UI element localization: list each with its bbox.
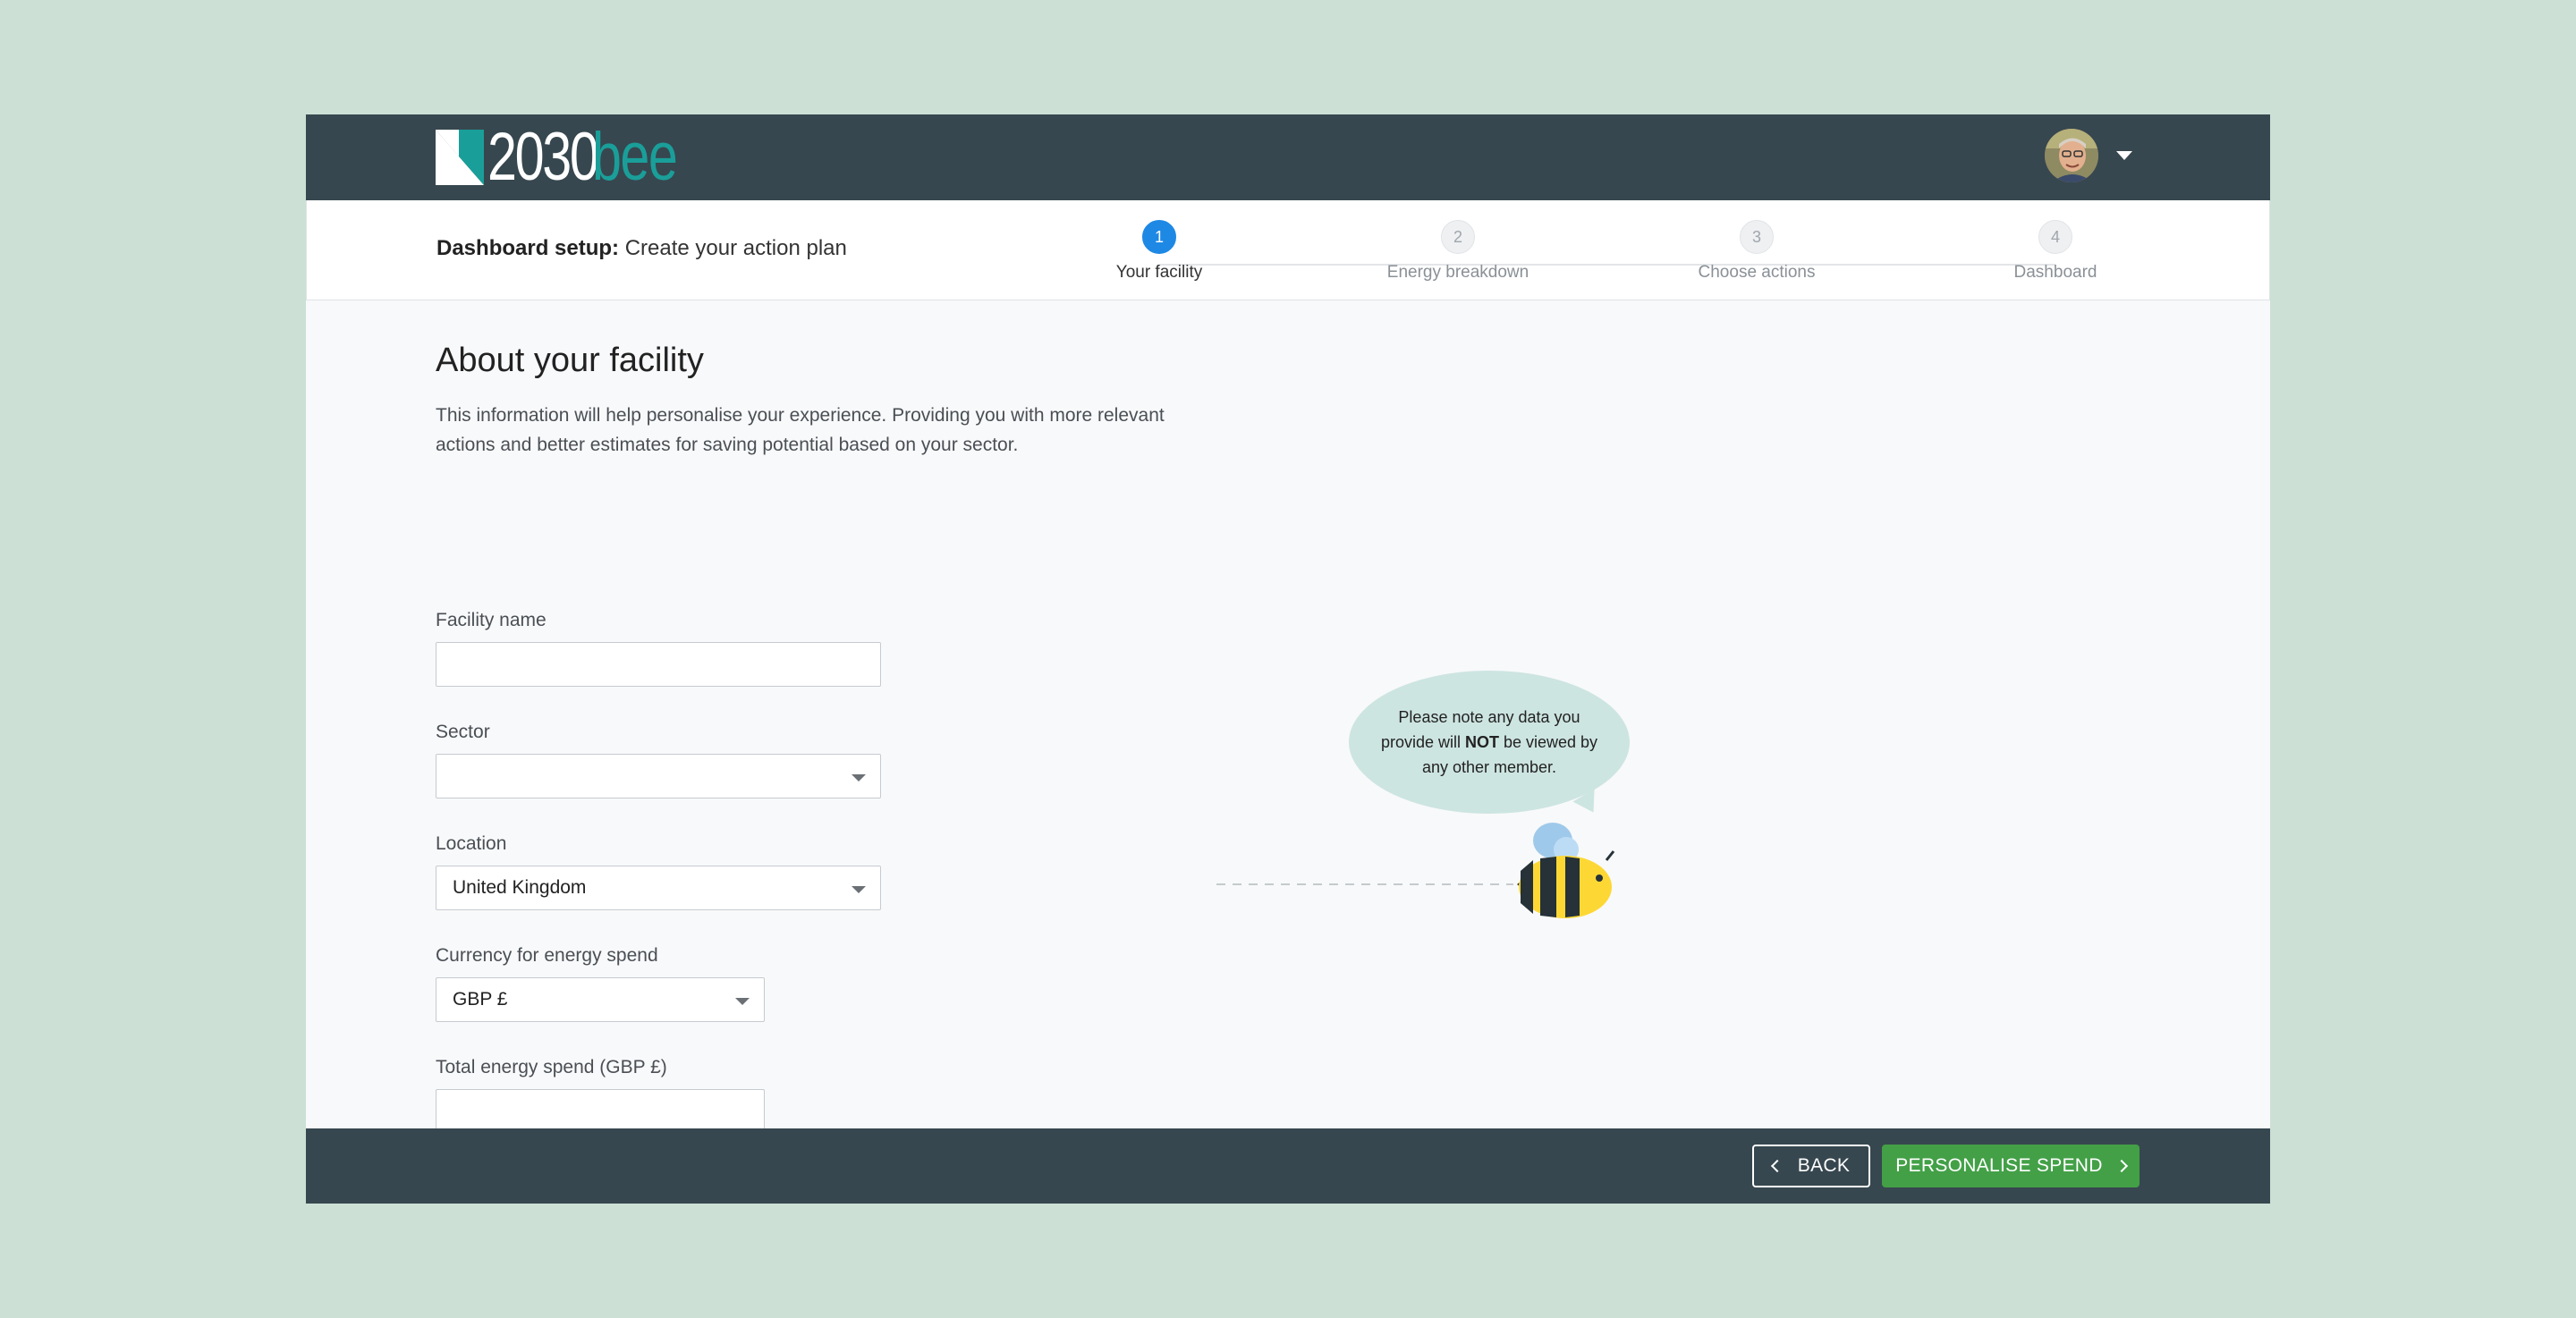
- bubble-text: Please note any data you provide will NO…: [1376, 705, 1603, 780]
- step-number: 3: [1740, 220, 1774, 254]
- back-button-label: BACK: [1797, 1155, 1851, 1176]
- page-title: About your facility: [436, 342, 704, 379]
- step-your-facility[interactable]: 1 Your facility: [1070, 220, 1249, 283]
- currency-select[interactable]: GBP £: [436, 977, 765, 1022]
- setup-title-bold: Dashboard setup:: [436, 236, 620, 260]
- step-energy-breakdown[interactable]: 2 Energy breakdown: [1368, 220, 1547, 283]
- personalise-spend-button[interactable]: PERSONALISE SPEND: [1882, 1145, 2140, 1187]
- step-choose-actions[interactable]: 3 Choose actions: [1667, 220, 1846, 283]
- chevron-down-icon: [852, 886, 866, 893]
- chevron-down-icon: [735, 998, 750, 1005]
- logo[interactable]: 2030 bee: [436, 123, 700, 191]
- back-button[interactable]: BACK: [1752, 1145, 1870, 1187]
- setup-title-rest: Create your action plan: [619, 236, 847, 260]
- app-window: 2030 bee Dashboard setup: Create your ac…: [306, 114, 2270, 1204]
- location-select[interactable]: United Kingdom: [436, 866, 881, 910]
- chevron-left-icon: [1770, 1159, 1784, 1173]
- step-label: Choose actions: [1698, 263, 1816, 282]
- step-label: Energy breakdown: [1386, 263, 1530, 282]
- sector-select[interactable]: [436, 754, 881, 798]
- location-value: United Kingdom: [453, 877, 587, 898]
- step-label: Your facility: [1115, 263, 1203, 282]
- facility-name-input[interactable]: [436, 642, 881, 687]
- chevron-down-icon: [852, 774, 866, 782]
- location-label: Location: [436, 833, 507, 854]
- step-number: 2: [1441, 220, 1475, 254]
- currency-value: GBP £: [453, 989, 508, 1010]
- step-label: Dashboard: [2013, 263, 2097, 282]
- footer-bar: BACK PERSONALISE SPEND: [306, 1128, 2270, 1204]
- currency-label: Currency for energy spend: [436, 945, 658, 966]
- avatar[interactable]: [2045, 129, 2098, 182]
- facility-name-label: Facility name: [436, 610, 547, 630]
- setup-title: Dashboard setup: Create your action plan: [436, 236, 847, 261]
- chevron-down-icon[interactable]: [2116, 151, 2132, 160]
- bee-icon: [1216, 823, 1615, 918]
- step-number: 4: [2038, 220, 2072, 254]
- sector-label: Sector: [436, 722, 490, 742]
- logo-mark-icon: [436, 130, 484, 185]
- chevron-right-icon: [2114, 1159, 2128, 1173]
- total-spend-label: Total energy spend (GBP £): [436, 1057, 667, 1077]
- stepper-line: [1159, 264, 2055, 266]
- user-menu[interactable]: [2045, 129, 2132, 182]
- bubble-text-bold: NOT: [1464, 733, 1499, 751]
- step-number: 1: [1142, 220, 1176, 254]
- logo-word: bee: [592, 119, 678, 195]
- logo-number: 2030: [487, 119, 599, 195]
- personalise-spend-label: PERSONALISE SPEND: [1895, 1155, 2103, 1176]
- page-description: This information will help personalise y…: [436, 405, 1165, 455]
- total-spend-input[interactable]: [436, 1089, 765, 1134]
- step-dashboard[interactable]: 4 Dashboard: [1966, 220, 2145, 283]
- top-header: 2030 bee: [306, 114, 2270, 200]
